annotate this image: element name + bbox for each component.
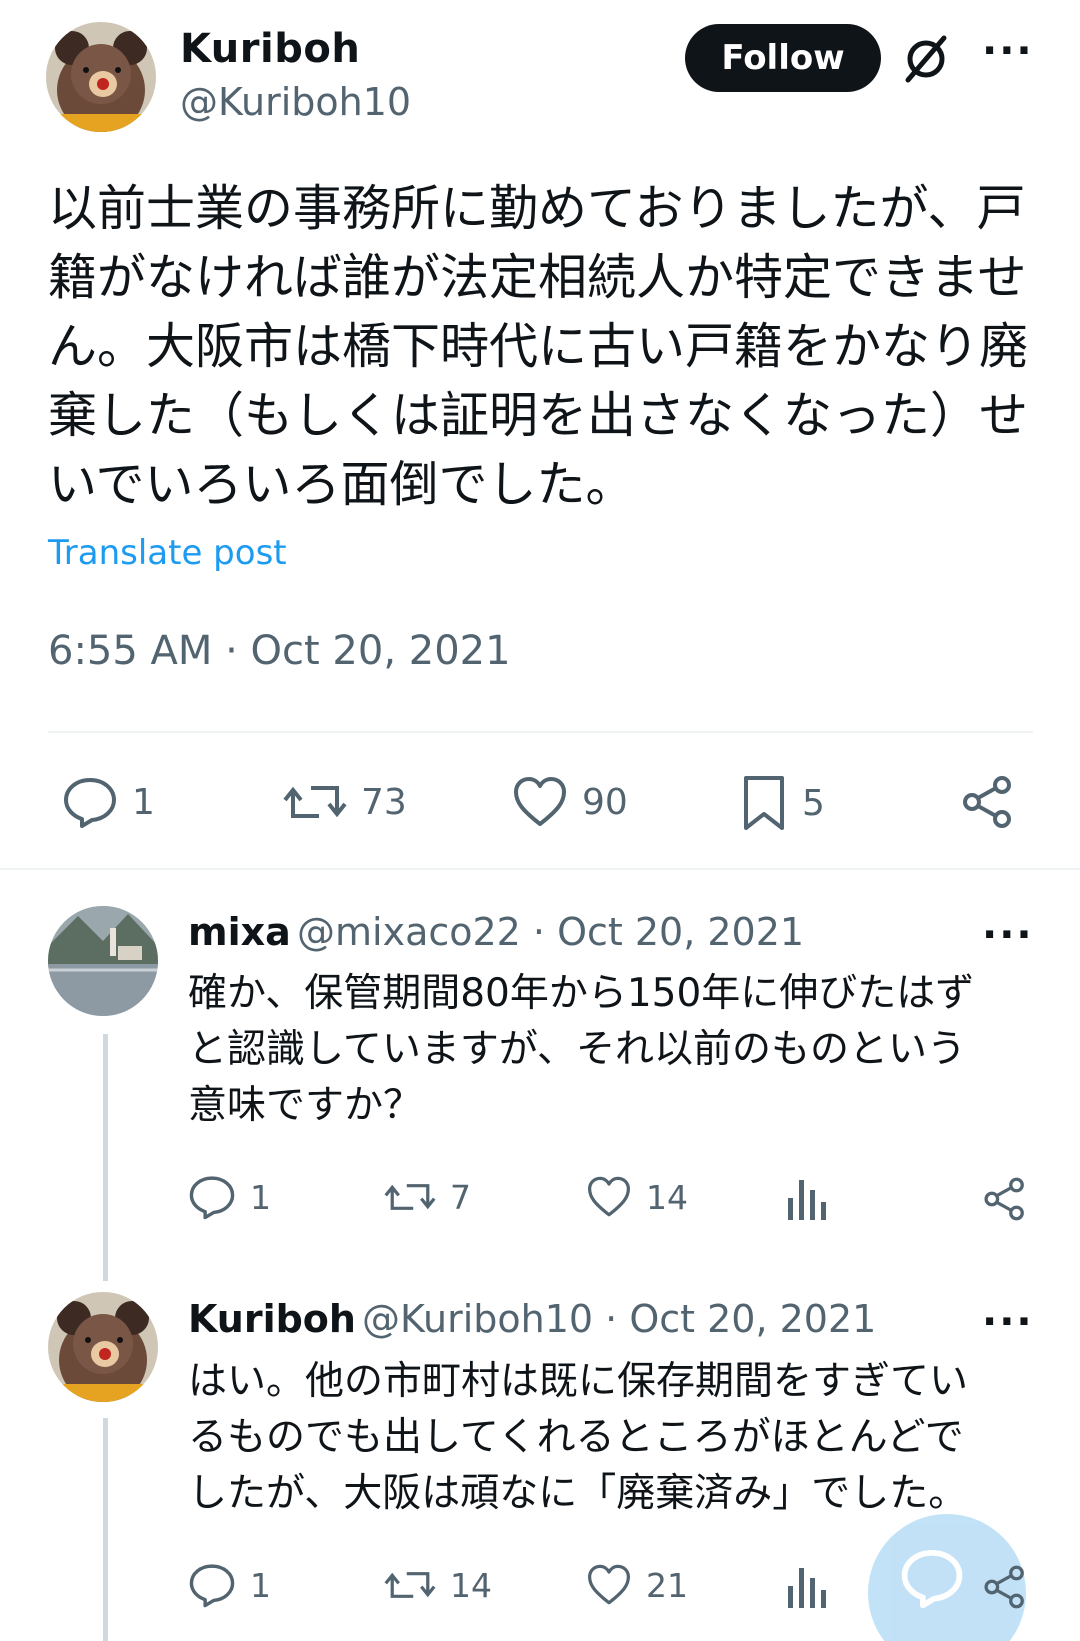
repost-icon: [283, 786, 347, 818]
bookmark-button[interactable]: 5: [740, 774, 825, 832]
repost-button[interactable]: 14: [384, 1564, 492, 1606]
author-handle[interactable]: @Kuriboh10: [180, 80, 411, 124]
translate-post-link[interactable]: Translate post: [48, 533, 287, 573]
reply-text-line: したが、大阪は頑なに「廃棄済み」でした。: [188, 1471, 968, 1516]
reply-text-line: 確か、保管期間80年から150年に伸びたはず: [188, 971, 975, 1016]
follow-button[interactable]: Follow: [685, 24, 881, 92]
repost-icon: [384, 1572, 436, 1598]
reply-text-line: 意味ですか？: [188, 1083, 423, 1128]
reply-count: 1: [132, 781, 155, 823]
share-button[interactable]: [960, 774, 1016, 830]
compose-icon: [901, 1550, 963, 1608]
reply-text-line: はい。他の市町村は既に保存期間をすぎてい: [188, 1359, 969, 1404]
thread-line: [103, 1034, 108, 1281]
repost-button[interactable]: 7: [384, 1176, 471, 1218]
like-icon: [588, 1176, 630, 1217]
reply-author-name[interactable]: Kuriboh: [188, 1297, 356, 1341]
reply-icon: [189, 1176, 235, 1220]
views-icon: [788, 1180, 826, 1220]
reply-meta[interactable]: @mixaco22 · Oct 20, 2021: [297, 910, 804, 954]
post-timestamp[interactable]: 6:55 AM · Oct 20, 2021: [48, 628, 511, 674]
like-icon: [514, 777, 566, 826]
reply-button[interactable]: 1: [62, 776, 155, 828]
like-icon: [588, 1564, 630, 1605]
reply-avatar[interactable]: [48, 906, 158, 1016]
like-button[interactable]: 21: [586, 1564, 688, 1606]
author-avatar[interactable]: [46, 22, 156, 132]
post-text-line: いでいろいろ面倒でした。: [48, 456, 635, 513]
author-name[interactable]: Kuriboh: [180, 26, 360, 72]
grok-icon[interactable]: [900, 32, 952, 84]
divider: [48, 731, 1033, 733]
reply-text: 確か、保管期間80年から150年に伸びたはず と認識していますが、それ以前のもの…: [188, 966, 1038, 1134]
post-text-line: ん。大阪市は橋下時代に古い戸籍をかなり廃: [48, 318, 1029, 375]
reply-meta[interactable]: @Kuriboh10 · Oct 20, 2021: [362, 1297, 876, 1341]
post-text-line: 棄した（もしくは証明を出さなくなった）せ: [48, 387, 1029, 444]
post-text: 以前士業の事務所に勤めておりましたが、戸 籍がなければ誰が法定相続人か特定できま…: [48, 174, 1038, 519]
reply-author-name[interactable]: mixa: [188, 910, 291, 954]
share-icon: [984, 1565, 1024, 1609]
bookmark-icon: [744, 776, 784, 830]
repost-count: 14: [450, 1565, 492, 1605]
views-icon: [788, 1568, 826, 1608]
bookmark-count: 5: [802, 782, 825, 824]
like-count: 14: [646, 1177, 688, 1217]
share-icon: [984, 1177, 1024, 1221]
reply-button[interactable]: 1: [188, 1562, 271, 1608]
post-text-line: 以前士業の事務所に勤めておりましたが、戸: [48, 180, 1026, 237]
repost-icon: [384, 1184, 436, 1210]
like-button[interactable]: 14: [586, 1176, 688, 1218]
reply-icon: [64, 778, 116, 828]
reply-avatar[interactable]: [48, 1292, 158, 1402]
like-count: 90: [582, 781, 628, 823]
reply-text: はい。他の市町村は既に保存期間をすぎてい るものでも出してくれるところがほとんど…: [188, 1354, 1038, 1522]
divider: [0, 868, 1080, 870]
more-icon[interactable]: ···: [982, 1299, 1034, 1345]
reply-count: 1: [250, 1565, 271, 1605]
more-icon[interactable]: ···: [982, 912, 1034, 958]
like-count: 21: [646, 1565, 688, 1605]
repost-button[interactable]: 73: [283, 776, 407, 828]
views-button[interactable]: [786, 1564, 826, 1610]
thread-line: [103, 1418, 108, 1641]
share-button[interactable]: [982, 1176, 1028, 1222]
like-button[interactable]: 90: [512, 776, 628, 828]
reply-count: 1: [250, 1177, 271, 1217]
repost-count: 7: [450, 1177, 471, 1217]
post-text-line: 籍がなければ誰が法定相続人か特定できませ: [48, 249, 1027, 306]
share-icon: [963, 776, 1011, 828]
views-button[interactable]: [786, 1176, 826, 1222]
share-button[interactable]: [982, 1564, 1028, 1610]
reply-text-line: と認識していますが、それ以前のものという: [188, 1027, 967, 1072]
reply-button[interactable]: 1: [188, 1174, 271, 1220]
reply-icon: [189, 1564, 235, 1608]
more-icon[interactable]: ···: [982, 28, 1034, 74]
repost-count: 73: [361, 781, 407, 823]
reply-text-line: るものでも出してくれるところがほとんどで: [188, 1415, 964, 1460]
